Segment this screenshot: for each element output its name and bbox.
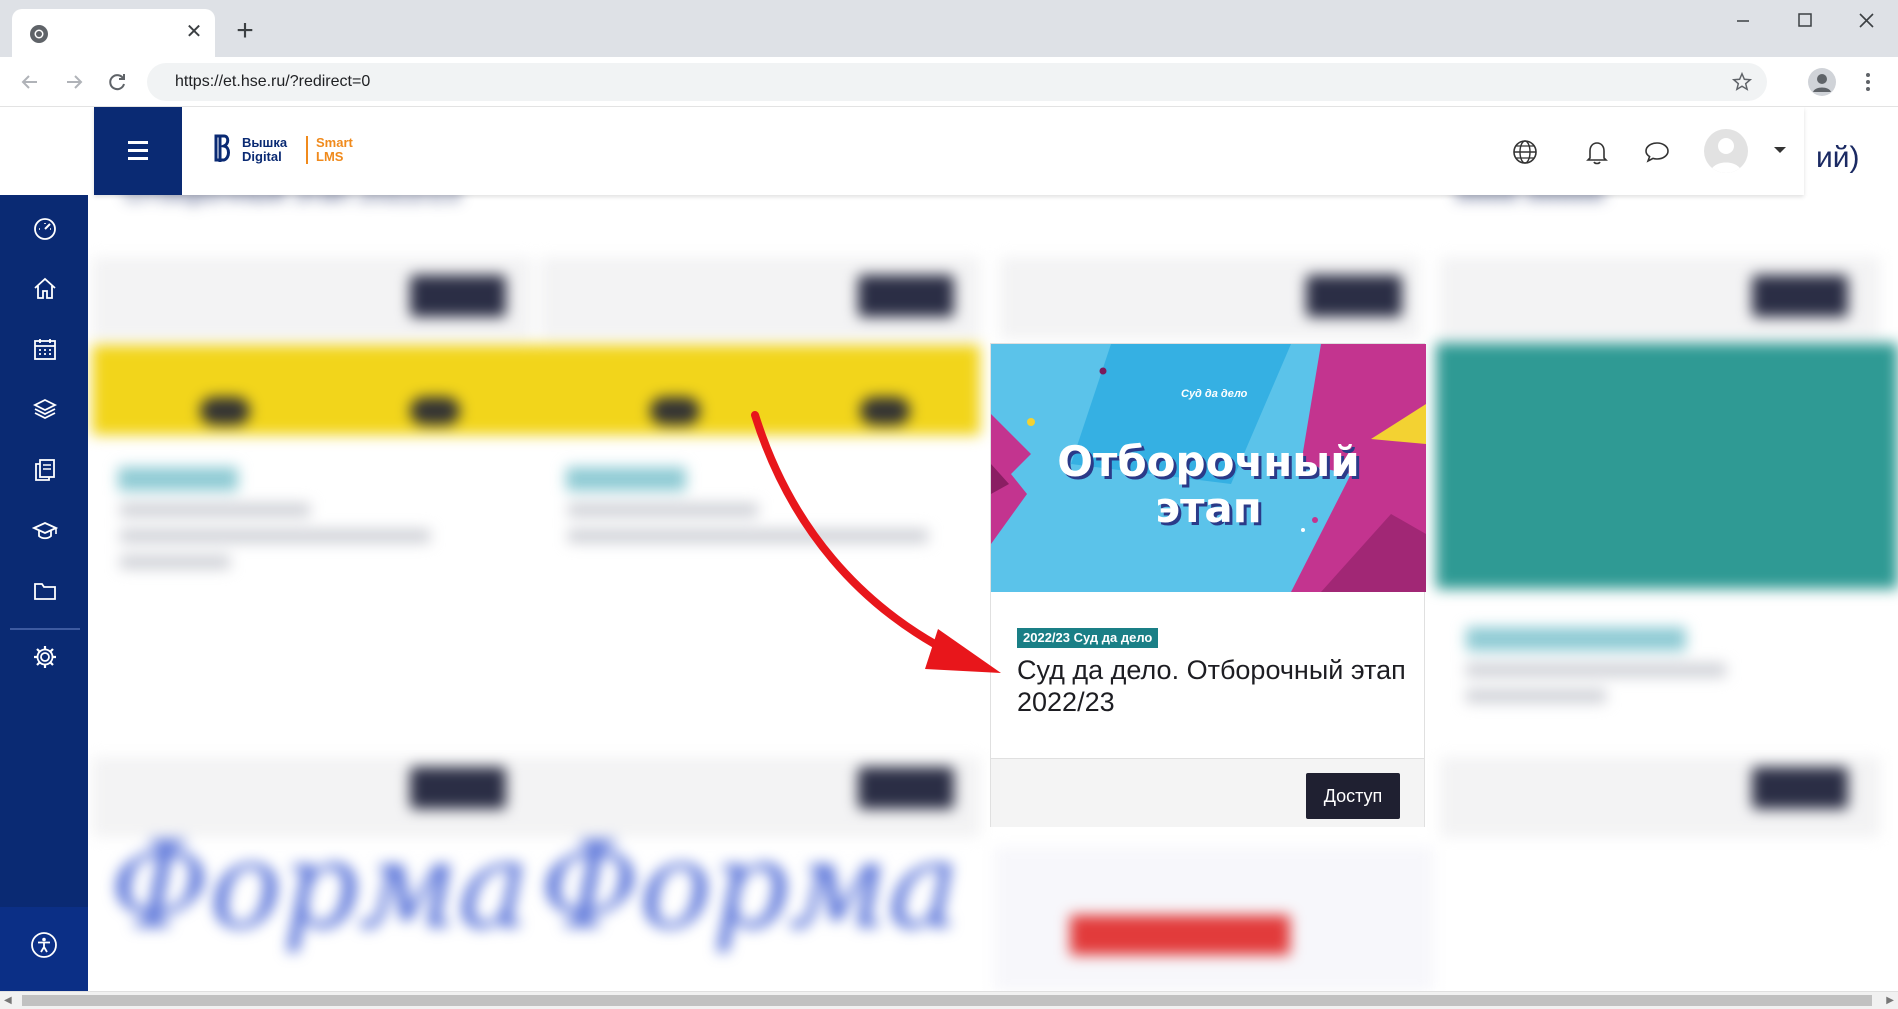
- course-title[interactable]: Суд да дело. Отборочный этап 2022/23: [1017, 654, 1407, 718]
- accessibility-icon: [31, 932, 57, 958]
- image-detail-blur: [1070, 915, 1290, 955]
- access-button-blur: [1752, 767, 1848, 809]
- calendar-icon[interactable]: [32, 336, 58, 362]
- logo-lms: LMS: [316, 149, 344, 164]
- script-image-blur: Форма: [540, 817, 960, 956]
- text-line-blur: [120, 503, 310, 517]
- browser-menu-icon[interactable]: [1858, 70, 1878, 94]
- chrome-icon: [30, 25, 48, 43]
- text-line-blur: [120, 555, 230, 569]
- text-line-blur: [1466, 689, 1606, 703]
- image-brand-logo: Суд да дело: [1181, 388, 1248, 400]
- home-icon[interactable]: [32, 275, 58, 301]
- script-image-blur: Форма: [110, 817, 530, 956]
- logo-smart: Smart: [316, 135, 353, 150]
- category-badge: 2022/23 Суд да дело: [1017, 628, 1159, 648]
- category-chip-blur: [118, 467, 238, 491]
- page-viewport: Отборочный этап 2022/23 ииии иииии Форма: [0, 107, 1898, 991]
- back-icon[interactable]: [18, 70, 42, 94]
- access-button-blur: [1752, 275, 1848, 317]
- blurred-course-grid: Отборочный этап 2022/23 ииии иииии Форма: [0, 107, 1898, 991]
- globe-icon[interactable]: [1512, 139, 1538, 165]
- text-line-blur: [1466, 663, 1726, 677]
- browser-tab[interactable]: ✕: [12, 9, 215, 57]
- graduation-cap-icon[interactable]: [32, 518, 58, 544]
- image-title-line2: этап: [1155, 483, 1262, 532]
- reload-icon[interactable]: [105, 70, 129, 94]
- address-bar[interactable]: https://et.hse.ru/?redirect=0: [147, 63, 1767, 101]
- scroll-right-arrow-icon[interactable]: ▶: [1886, 995, 1894, 1006]
- minimize-icon[interactable]: [1722, 6, 1762, 36]
- avatar[interactable]: [1704, 129, 1748, 173]
- browser-tabstrip: ✕ +: [0, 0, 1898, 57]
- new-tab-button[interactable]: +: [232, 16, 258, 46]
- documents-icon[interactable]: [32, 457, 58, 483]
- logo-wordmark: Вышка Digital: [242, 136, 287, 164]
- partial-heading-text: ий): [1816, 141, 1860, 174]
- access-button-blur: [858, 767, 954, 809]
- settings-icon[interactable]: [32, 644, 58, 670]
- category-chip-blur: [1466, 627, 1686, 651]
- maximize-icon[interactable]: [1784, 6, 1824, 36]
- image-detail-blur: [410, 397, 460, 425]
- layers-icon[interactable]: [32, 396, 58, 422]
- logo-separator: [306, 136, 308, 164]
- browser-toolbar: https://et.hse.ru/?redirect=0: [0, 57, 1898, 107]
- browser-profile-icon[interactable]: [1808, 68, 1836, 96]
- category-chip-blur: [566, 467, 686, 491]
- text-line-blur: [568, 529, 928, 543]
- menu-toggle-button[interactable]: [94, 107, 182, 195]
- text-line-blur: [568, 503, 758, 517]
- folder-icon[interactable]: [32, 578, 58, 604]
- site-header: Вышка Digital Smart LMS: [94, 107, 1804, 195]
- image-title: Отборочный этап: [991, 439, 1426, 531]
- course-image-blur: [1436, 343, 1898, 589]
- access-button-blur: [1306, 275, 1402, 317]
- course-card[interactable]: Суд да дело Отборочный этап 2022/23 Суд …: [990, 343, 1426, 827]
- access-button-blur: [410, 275, 506, 317]
- access-button[interactable]: Доступ: [1306, 773, 1400, 819]
- chat-icon[interactable]: [1644, 139, 1670, 165]
- access-button-blur: [858, 275, 954, 317]
- scroll-left-arrow-icon[interactable]: ◀: [4, 995, 12, 1006]
- tab-close-icon[interactable]: ✕: [183, 21, 205, 43]
- image-detail-blur: [200, 397, 250, 425]
- url-text[interactable]: https://et.hse.ru/?redirect=0: [175, 73, 370, 91]
- scrollbar-thumb[interactable]: [22, 995, 1872, 1006]
- image-title-line1: Отборочный: [1057, 437, 1360, 486]
- horizontal-scrollbar[interactable]: ◀ ▶: [0, 991, 1898, 1009]
- left-sidebar: [0, 195, 88, 991]
- accessibility-button[interactable]: [0, 907, 88, 991]
- dashboard-icon[interactable]: [32, 215, 58, 241]
- bookmark-star-icon[interactable]: [1731, 71, 1753, 93]
- sidebar-divider: [10, 628, 80, 630]
- access-button-blur: [410, 767, 506, 809]
- course-image[interactable]: Суд да дело Отборочный этап: [991, 344, 1426, 592]
- window-close-icon[interactable]: [1846, 6, 1886, 36]
- caret-down-icon[interactable]: [1774, 147, 1786, 153]
- card-footer: Доступ: [991, 758, 1424, 827]
- logo-line2: Digital: [242, 149, 282, 164]
- image-detail-blur: [860, 397, 910, 425]
- bell-icon[interactable]: [1584, 139, 1610, 165]
- hse-logo-icon: [214, 134, 230, 162]
- logo-product: Smart LMS: [316, 136, 353, 164]
- logo-line1: Вышка: [242, 135, 288, 150]
- text-line-blur: [120, 529, 430, 543]
- forward-icon[interactable]: [62, 70, 86, 94]
- image-detail-blur: [650, 397, 700, 425]
